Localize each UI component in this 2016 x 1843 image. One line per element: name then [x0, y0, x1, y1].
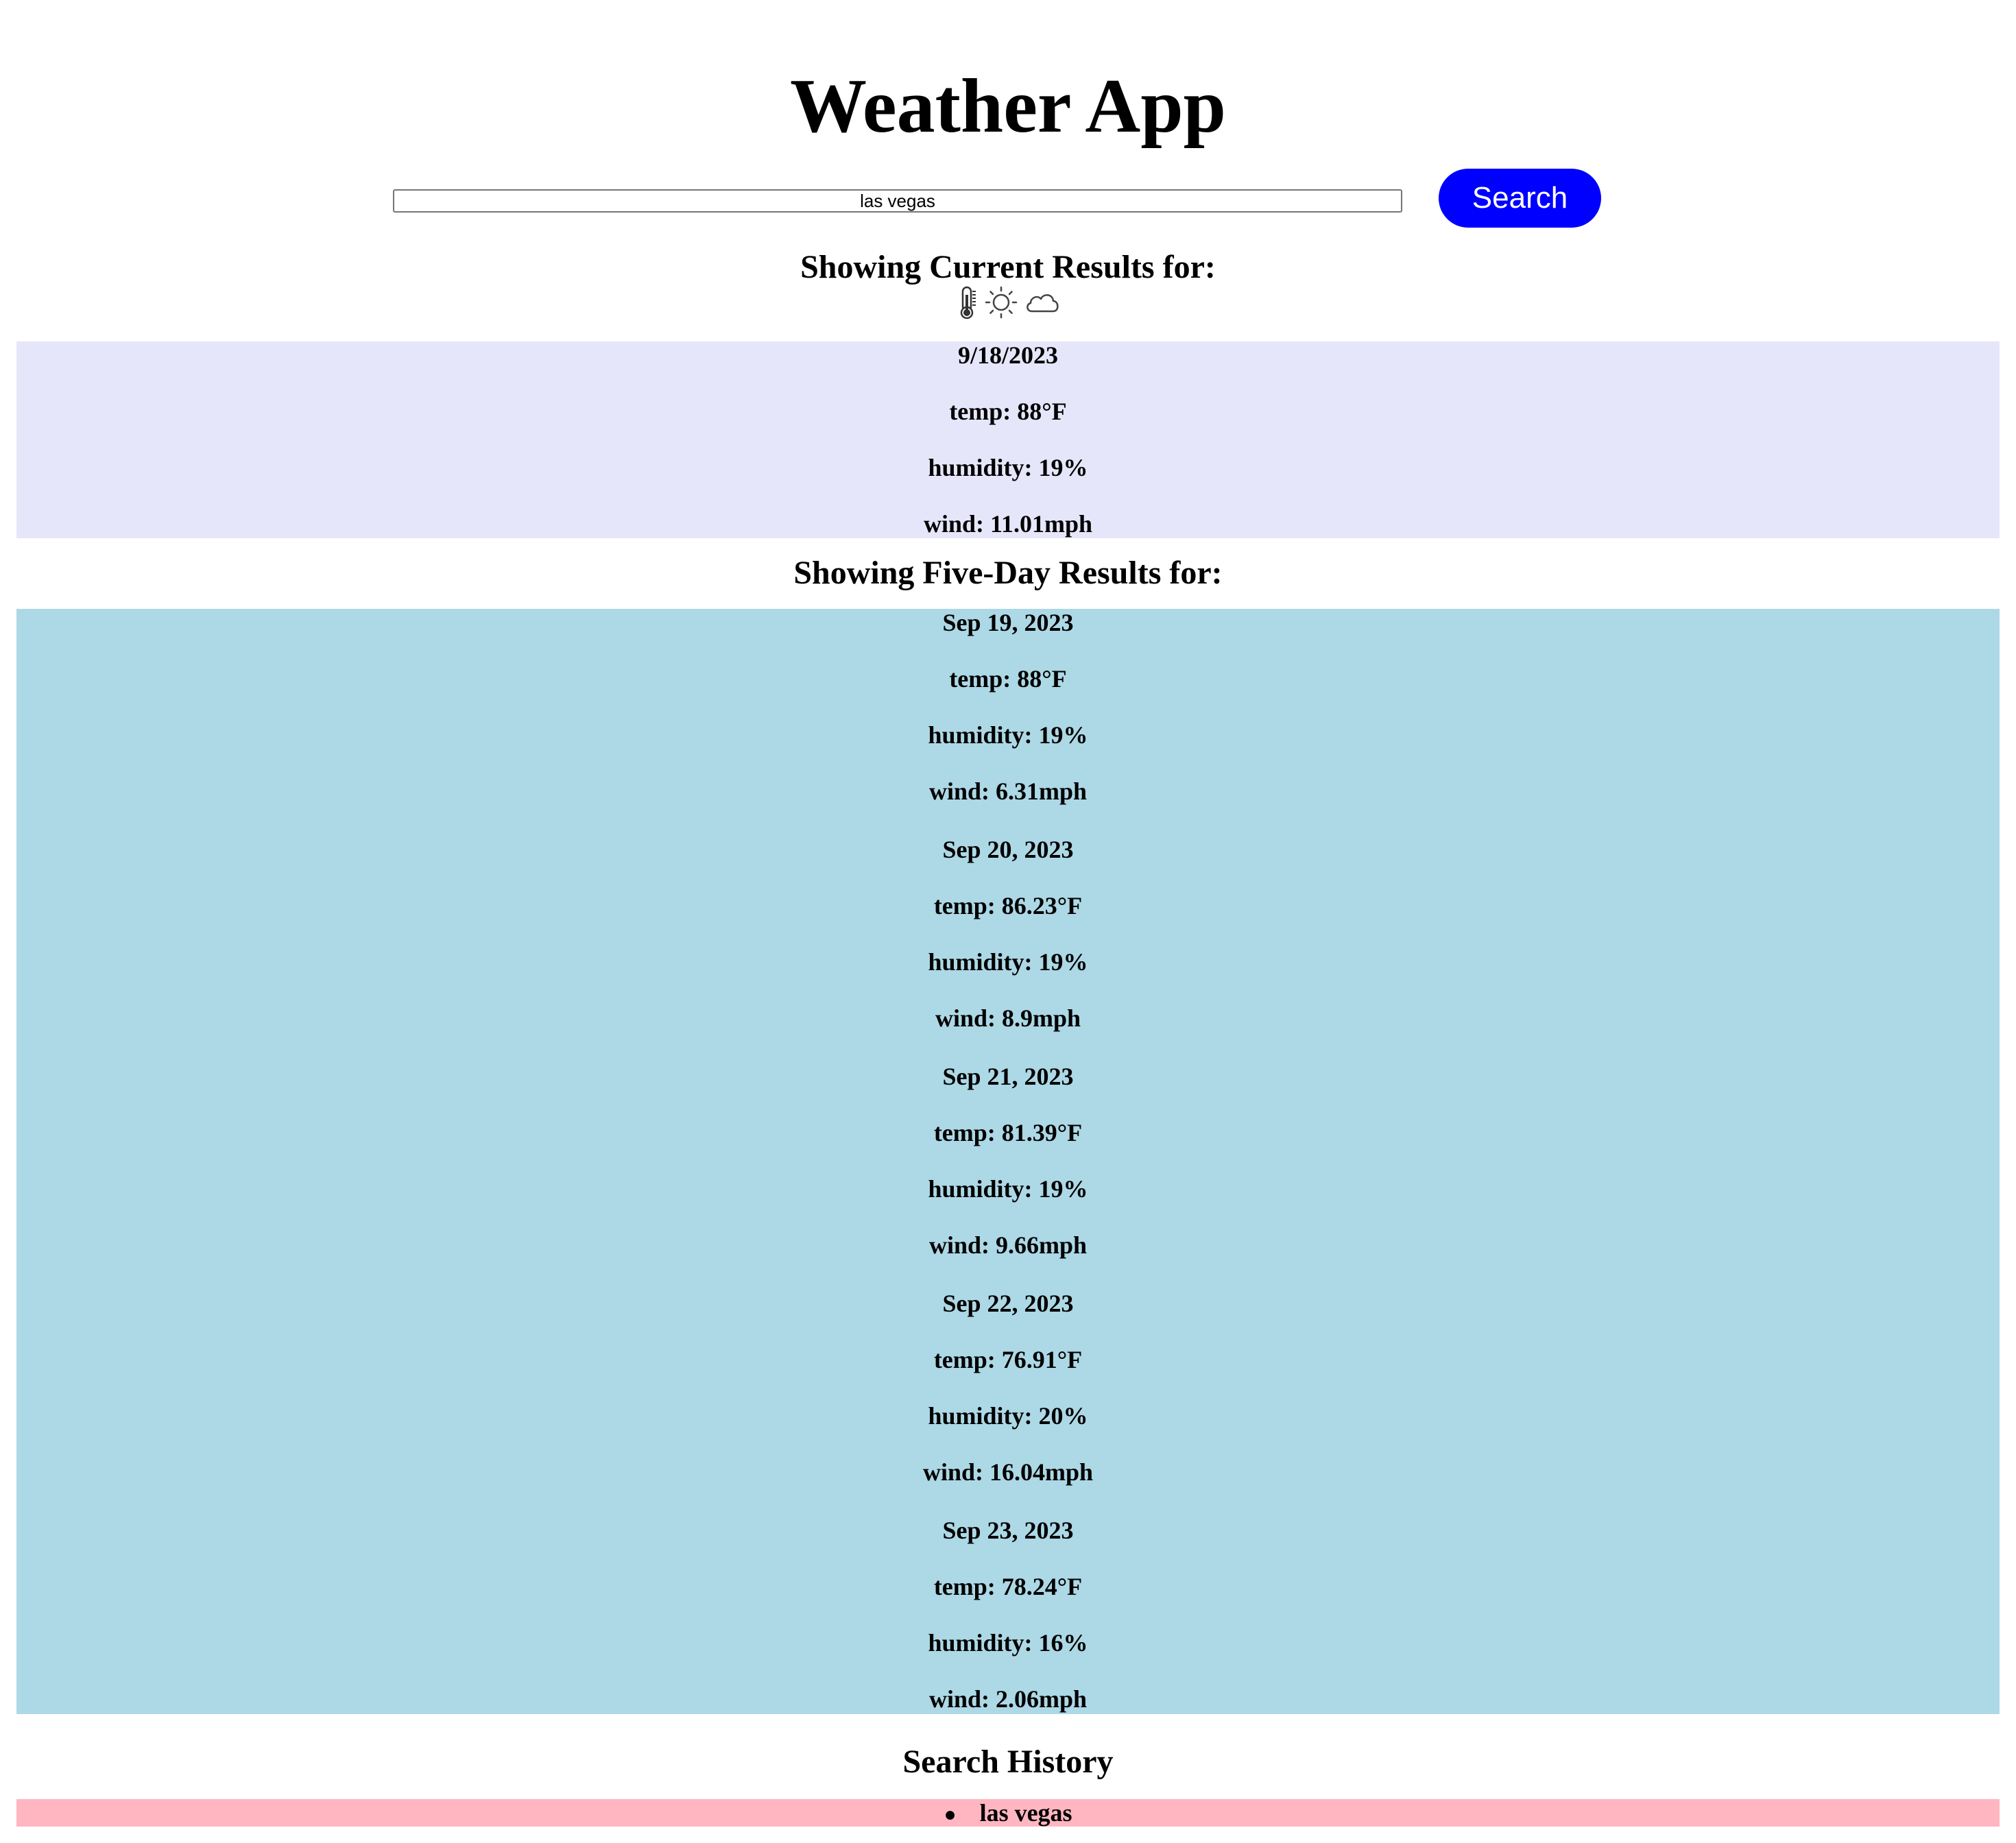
- forecast-temp: temp: 78.24°F: [933, 1573, 1083, 1600]
- sun-icon: [984, 285, 1018, 320]
- search-history-heading: Search History: [902, 1744, 1114, 1780]
- current-wind: wind: 11.01mph: [923, 510, 1093, 538]
- search-history-list: ● las vegas: [16, 1799, 2000, 1827]
- forecast-date: Sep 22, 2023: [942, 1290, 1074, 1317]
- current-humidity: humidity: 19%: [928, 454, 1088, 481]
- city-search-input[interactable]: [393, 189, 1402, 213]
- search-button[interactable]: Search: [1439, 169, 1601, 228]
- app-title: Weather App: [790, 64, 1226, 149]
- search-bar: Search: [0, 169, 2016, 228]
- current-temp: temp: 88°F: [949, 398, 1067, 425]
- forecast-wind: wind: 6.31mph: [928, 778, 1088, 805]
- weather-icons: [0, 285, 2016, 320]
- forecast-temp: temp: 88°F: [949, 665, 1067, 692]
- cloud-icon: [1024, 285, 1061, 320]
- current-results-heading: Showing Current Results for:: [800, 249, 1216, 285]
- forecast-date: Sep 19, 2023: [942, 609, 1074, 636]
- history-item-label: las vegas: [979, 1799, 1072, 1827]
- forecast-temp: temp: 76.91°F: [933, 1346, 1083, 1373]
- forecast-date: Sep 23, 2023: [942, 1517, 1074, 1544]
- forecast-temp: temp: 81.39°F: [933, 1119, 1083, 1146]
- forecast-date: Sep 20, 2023: [942, 836, 1074, 863]
- five-day-forecast: Sep 19, 2023 temp: 88°F humidity: 19% wi…: [16, 609, 2000, 1714]
- forecast-humidity: humidity: 19%: [928, 948, 1088, 976]
- forecast-wind: wind: 2.06mph: [928, 1685, 1088, 1713]
- bullet-icon: ●: [944, 1803, 957, 1826]
- thermometer-icon: [955, 285, 979, 320]
- five-day-results-heading: Showing Five-Day Results for:: [793, 555, 1223, 591]
- history-item[interactable]: ● las vegas: [16, 1799, 2000, 1829]
- forecast-wind: wind: 8.9mph: [935, 1004, 1081, 1032]
- forecast-humidity: humidity: 19%: [928, 721, 1088, 749]
- forecast-humidity: humidity: 19%: [928, 1175, 1088, 1203]
- forecast-date: Sep 21, 2023: [942, 1063, 1074, 1090]
- forecast-humidity: humidity: 16%: [928, 1629, 1088, 1657]
- forecast-wind: wind: 16.04mph: [922, 1458, 1094, 1486]
- forecast-humidity: humidity: 20%: [928, 1402, 1088, 1430]
- current-weather-card: 9/18/2023 temp: 88°F humidity: 19% wind:…: [16, 341, 2000, 538]
- forecast-temp: temp: 86.23°F: [933, 892, 1083, 919]
- forecast-wind: wind: 9.66mph: [928, 1231, 1088, 1259]
- current-date: 9/18/2023: [957, 341, 1058, 369]
